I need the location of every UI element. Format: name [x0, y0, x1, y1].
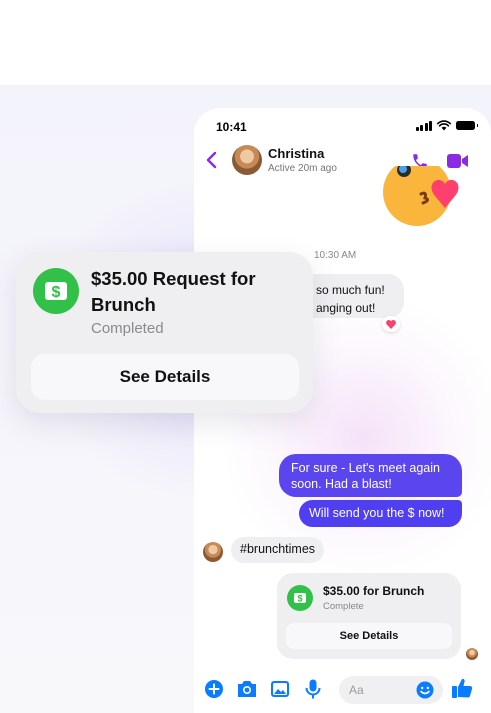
- microphone-icon[interactable]: [305, 679, 321, 699]
- payment-mini-status: Complete: [323, 601, 364, 612]
- payment-mini-title: $35.00 for Brunch: [323, 584, 425, 598]
- camera-icon[interactable]: [236, 679, 258, 699]
- wifi-icon: [437, 120, 451, 131]
- payment-request-card[interactable]: $ $35.00 Request for Brunch Completed Se…: [16, 252, 313, 413]
- heart-reaction-icon[interactable]: [382, 316, 400, 332]
- outgoing-message-bubble[interactable]: For sure - Let's meet again soon. Had a …: [279, 454, 462, 497]
- message-timestamp: 10:30 AM: [314, 250, 357, 261]
- payment-request-status: Completed: [91, 320, 164, 337]
- thumbs-up-icon[interactable]: [451, 677, 473, 699]
- kissing-face-emoji-icon: [383, 166, 459, 226]
- status-time: 10:41: [216, 120, 247, 134]
- see-details-button[interactable]: See Details: [286, 623, 452, 649]
- contact-avatar[interactable]: [232, 145, 262, 175]
- payment-request-title: $35.00 Request for Brunch: [91, 268, 256, 315]
- status-icons: [415, 120, 478, 131]
- back-chevron-icon[interactable]: [205, 151, 219, 169]
- payment-message-card[interactable]: $ $35.00 for Brunch Complete See Details: [277, 573, 461, 659]
- gallery-image-icon[interactable]: [270, 679, 290, 699]
- battery-icon: [456, 121, 478, 130]
- incoming-message-line-2: anging out!: [316, 301, 376, 315]
- outgoing-message-bubble[interactable]: Will send you the $ now!: [299, 500, 462, 527]
- contact-name[interactable]: Christina: [268, 146, 324, 161]
- svg-text:$: $: [52, 284, 61, 301]
- status-bar: 10:41: [194, 108, 491, 144]
- read-receipt-avatar: [466, 648, 478, 660]
- svg-text:$: $: [297, 594, 302, 604]
- emoji-smile-icon[interactable]: [416, 681, 434, 699]
- cash-dollar-icon: $: [33, 268, 79, 314]
- sender-avatar: [203, 542, 223, 562]
- message-composer: [194, 673, 491, 707]
- signal-icon: [415, 120, 432, 131]
- hashtag-message-bubble[interactable]: #brunchtimes: [231, 537, 325, 563]
- cash-dollar-icon: $: [287, 585, 313, 611]
- see-details-button[interactable]: See Details: [31, 354, 299, 400]
- add-plus-icon[interactable]: [204, 679, 224, 699]
- contact-active-status: Active 20m ago: [268, 163, 337, 174]
- incoming-message-line-1: so much fun!: [316, 283, 385, 297]
